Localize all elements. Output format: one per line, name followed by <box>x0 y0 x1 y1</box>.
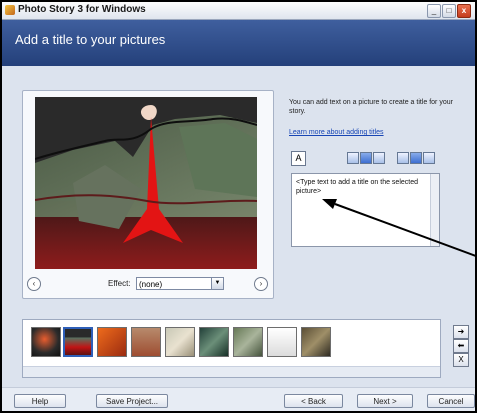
thumbnail-1[interactable] <box>31 327 61 357</box>
filmstrip-scrollbar[interactable] <box>23 366 440 377</box>
effect-label: Effect: <box>108 279 131 288</box>
align-bottom-button[interactable] <box>373 152 385 164</box>
title-placeholder: <Type text to add a title on the selecte… <box>296 179 418 195</box>
title-textbox[interactable]: <Type text to add a title on the selecte… <box>291 173 440 247</box>
align-top-button[interactable] <box>347 152 359 164</box>
next-picture-button[interactable]: › <box>254 277 268 291</box>
maximize-button[interactable]: □ <box>442 4 456 18</box>
selected-picture-preview <box>34 97 258 269</box>
align-center-button[interactable] <box>410 152 422 164</box>
minimize-button[interactable]: _ <box>427 4 441 18</box>
thumbnail-7[interactable] <box>233 327 263 357</box>
filmstrip[interactable] <box>22 319 441 378</box>
cancel-button[interactable]: Cancel <box>427 394 475 408</box>
footer-bar: Help Save Project... < Back Next > Cance… <box>2 387 475 411</box>
move-left-button[interactable]: ⬅ <box>453 339 469 353</box>
thumbnail-9[interactable] <box>301 327 331 357</box>
align-middle-button[interactable] <box>360 152 372 164</box>
effect-dropdown[interactable]: (none) ▼ <box>136 277 224 290</box>
next-button[interactable]: Next > <box>357 394 413 408</box>
close-button[interactable]: x <box>457 4 471 18</box>
textbox-scrollbar[interactable] <box>430 174 439 246</box>
thumbnail-6[interactable] <box>199 327 229 357</box>
photo-story-icon <box>5 5 15 15</box>
thumbnail-3[interactable] <box>97 327 127 357</box>
chevron-down-icon[interactable]: ▼ <box>211 278 223 289</box>
filmstrip-area: ➜ ⬅ X <box>2 311 475 387</box>
help-text: You can add text on a picture to create … <box>289 99 453 115</box>
page-title: Add a title to your pictures <box>15 32 166 47</box>
back-button[interactable]: < Back <box>284 394 343 408</box>
help-button[interactable]: Help <box>14 394 66 408</box>
thumbnail-8[interactable] <box>267 327 297 357</box>
picture-preview-panel: ‹ Effect: (none) ▼ › <box>22 90 274 299</box>
font-button[interactable]: A <box>291 151 306 166</box>
save-project-button[interactable]: Save Project... <box>96 394 168 408</box>
align-right-button[interactable] <box>423 152 435 164</box>
picture-art <box>34 97 258 269</box>
learn-more-link[interactable]: Learn more about adding titles <box>289 129 384 136</box>
move-right-button[interactable]: ➜ <box>453 325 469 339</box>
effect-value: (none) <box>139 280 163 289</box>
vertical-align-group <box>347 152 386 164</box>
delete-picture-button[interactable]: X <box>453 353 469 367</box>
window-title: Photo Story 3 for Windows <box>18 4 146 15</box>
app-window: Photo Story 3 for Windows _ □ x Add a ti… <box>0 0 477 413</box>
align-left-button[interactable] <box>397 152 409 164</box>
thumbnail-4[interactable] <box>131 327 161 357</box>
thumbnail-5[interactable] <box>165 327 195 357</box>
title-bar: Photo Story 3 for Windows _ □ x <box>2 2 475 20</box>
thumbnail-2[interactable] <box>63 327 93 357</box>
previous-picture-button[interactable]: ‹ <box>27 277 41 291</box>
horizontal-align-group <box>397 152 436 164</box>
page-header: Add a title to your pictures <box>2 20 475 66</box>
